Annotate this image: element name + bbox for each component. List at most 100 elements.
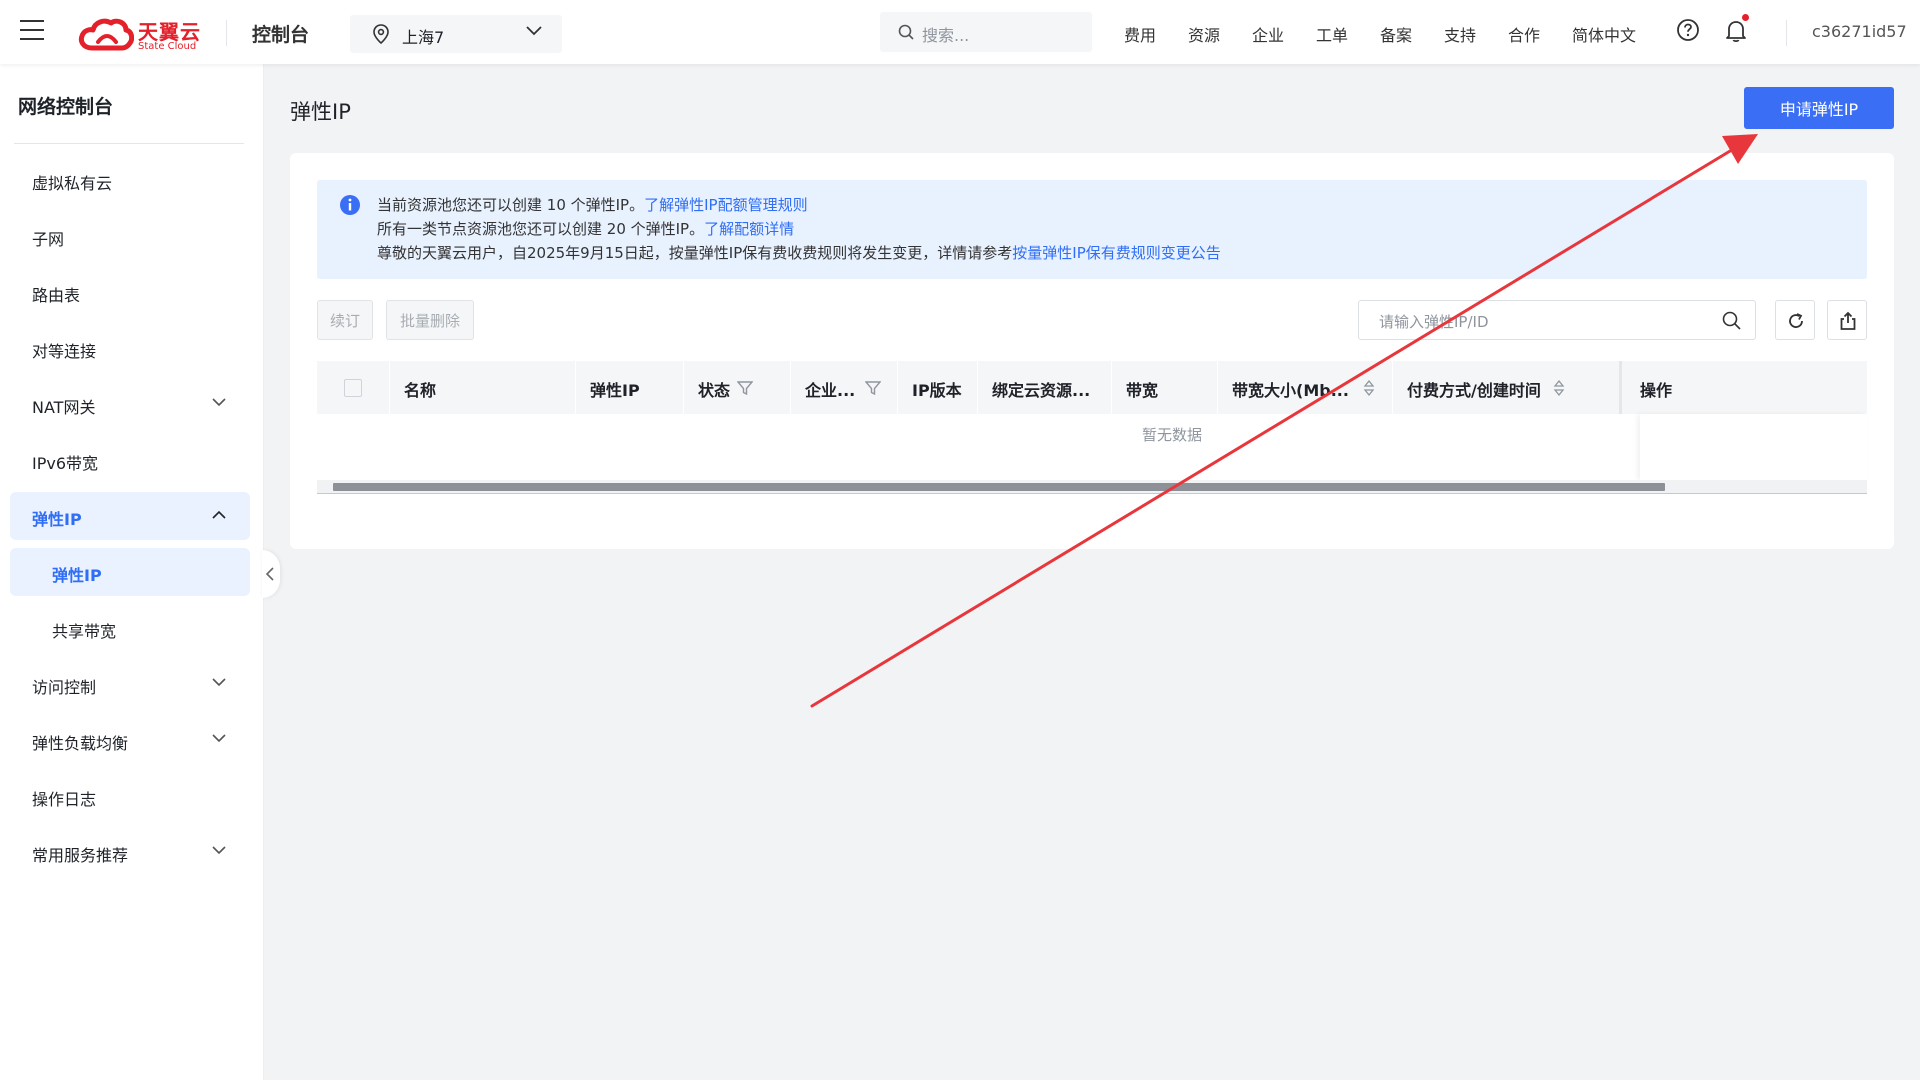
column-bandwidth-size: 带宽大小(Mb... <box>1232 381 1349 400</box>
sidebar-item-label: 弹性负载均衡 <box>32 734 129 753</box>
column-separator <box>790 361 791 414</box>
sidebar-item-load-balancer[interactable]: 弹性负载均衡 <box>10 716 250 764</box>
sidebar-item-label: 访问控制 <box>32 678 97 697</box>
nav-resources[interactable]: 资源 <box>1188 22 1220 46</box>
chevron-down-icon <box>212 846 226 855</box>
sidebar-group-elastic-ip[interactable]: 弹性IP <box>10 492 250 540</box>
brand-subtitle: State Cloud <box>138 41 197 52</box>
chevron-down-icon <box>212 734 226 743</box>
bell-icon[interactable] <box>1724 18 1748 44</box>
notification-dot <box>1742 14 1749 21</box>
notice-line-3: 尊敬的天翼云用户，自2025年9月15日起，按量弹性IP保有费收费规则将发生变更… <box>377 242 1221 263</box>
global-search-input[interactable]: 搜索... <box>880 12 1092 52</box>
header-divider-right <box>1786 20 1787 46</box>
fee-change-announcement-link[interactable]: 按量弹性IP保有费规则变更公告 <box>1012 244 1220 262</box>
sidebar-item-label: 虚拟私有云 <box>32 174 113 193</box>
nav-language[interactable]: 简体中文 <box>1572 22 1636 46</box>
notice-line-1-text: 当前资源池您还可以创建 10 个弹性IP。 <box>377 196 645 214</box>
notice-line-2: 所有一类节点资源池您还可以创建 20 个弹性IP。了解配额详情 <box>377 218 794 239</box>
chevron-left-icon <box>265 567 274 581</box>
column-name: 名称 <box>404 381 437 400</box>
nav-partners[interactable]: 合作 <box>1508 22 1540 46</box>
sidebar-item-label: 操作日志 <box>32 790 97 809</box>
eip-search-placeholder: 请输入弹性IP/ID <box>1379 313 1489 331</box>
sidebar-item-vpc[interactable]: 虚拟私有云 <box>10 156 250 204</box>
horizontal-scrollbar[interactable] <box>317 480 1867 494</box>
sort-icon[interactable] <box>1553 379 1565 397</box>
sidebar-item-subnet[interactable]: 子网 <box>10 212 250 260</box>
chevron-down-icon <box>526 26 542 36</box>
chevron-down-icon <box>212 678 226 687</box>
column-separator <box>1111 361 1112 414</box>
column-separator <box>1392 361 1393 414</box>
table-header: 名称 弹性IP 状态 企业... IP版本 绑定云资源... 带宽 带宽大小(M… <box>317 361 1867 414</box>
help-icon[interactable] <box>1676 18 1700 42</box>
sidebar-item-access-control[interactable]: 访问控制 <box>10 660 250 708</box>
nav-enterprise[interactable]: 企业 <box>1252 22 1284 46</box>
sidebar-item-elastic-ip[interactable]: 弹性IP <box>10 548 250 596</box>
column-separator <box>1619 361 1622 414</box>
refresh-button[interactable] <box>1775 300 1815 340</box>
sidebar-item-nat-gateway[interactable]: NAT网关 <box>10 380 250 428</box>
column-enterprise: 企业... <box>805 381 856 400</box>
sidebar-item-label: 子网 <box>32 230 65 249</box>
eip-search-input[interactable]: 请输入弹性IP/ID <box>1358 300 1756 340</box>
apply-elastic-ip-button[interactable]: 申请弹性IP <box>1744 87 1894 129</box>
sidebar-item-route-table[interactable]: 路由表 <box>10 268 250 316</box>
info-notice: 当前资源池您还可以创建 10 个弹性IP。了解弹性IP配额管理规则 所有一类节点… <box>317 180 1867 279</box>
menu-icon[interactable] <box>20 20 44 44</box>
sidebar-item-label: 常用服务推荐 <box>32 846 129 865</box>
sidebar-item-label: 弹性IP <box>32 510 82 529</box>
select-all-checkbox[interactable] <box>344 379 362 397</box>
chevron-up-icon <box>212 510 226 519</box>
search-icon[interactable] <box>1722 311 1741 330</box>
sort-icon[interactable] <box>1363 379 1375 397</box>
quota-rules-link[interactable]: 了解弹性IP配额管理规则 <box>644 196 807 214</box>
quota-details-link[interactable]: 了解配额详情 <box>704 220 794 238</box>
region-value: 上海7 <box>402 28 445 47</box>
export-button[interactable] <box>1827 300 1867 340</box>
info-icon <box>340 195 360 215</box>
actions-column-body <box>1640 414 1867 480</box>
column-ip-version: IP版本 <box>912 381 962 400</box>
sidebar-item-peering[interactable]: 对等连接 <box>10 324 250 372</box>
notice-line-1: 当前资源池您还可以创建 10 个弹性IP。了解弹性IP配额管理规则 <box>377 194 808 215</box>
sidebar: 网络控制台 虚拟私有云 子网 路由表 对等连接 NAT网关 IPv6带宽 弹性I… <box>0 64 264 1080</box>
sidebar-item-recommended-services[interactable]: 常用服务推荐 <box>10 828 250 876</box>
filter-icon[interactable] <box>865 380 881 396</box>
console-label[interactable]: 控制台 <box>252 20 309 47</box>
content-card: 当前资源池您还可以创建 10 个弹性IP。了解弹性IP配额管理规则 所有一类节点… <box>290 153 1894 549</box>
sidebar-item-label: 共享带宽 <box>52 622 117 641</box>
empty-state-text: 暂无数据 <box>1142 426 1203 444</box>
sidebar-item-label: 弹性IP <box>52 566 102 585</box>
column-actions: 操作 <box>1640 381 1673 400</box>
nav-support[interactable]: 支持 <box>1444 22 1476 46</box>
column-separator <box>897 361 898 414</box>
sidebar-item-ipv6-bandwidth[interactable]: IPv6带宽 <box>10 436 250 484</box>
region-selector[interactable]: 上海7 <box>350 15 562 53</box>
sidebar-collapse-button[interactable] <box>262 550 280 598</box>
column-separator <box>1217 361 1218 414</box>
export-icon <box>1840 311 1856 330</box>
nav-tickets[interactable]: 工单 <box>1316 22 1348 46</box>
batch-delete-button[interactable]: 批量删除 <box>386 300 474 340</box>
username[interactable]: c36271id57 <box>1812 22 1907 41</box>
column-billing-created: 付费方式/创建时间 <box>1407 381 1541 400</box>
nav-fees[interactable]: 费用 <box>1124 22 1156 46</box>
scrollbar-thumb[interactable] <box>333 483 1665 491</box>
sidebar-item-shared-bandwidth[interactable]: 共享带宽 <box>10 604 250 652</box>
column-bandwidth: 带宽 <box>1126 381 1159 400</box>
column-bound-resource: 绑定云资源... <box>992 381 1091 400</box>
column-elastic-ip: 弹性IP <box>590 381 640 400</box>
sidebar-title: 网络控制台 <box>18 96 114 118</box>
header-divider <box>226 20 227 46</box>
search-icon <box>898 24 914 40</box>
refresh-icon <box>1789 313 1803 328</box>
renew-button[interactable]: 续订 <box>317 300 373 340</box>
sidebar-item-operation-log[interactable]: 操作日志 <box>10 772 250 820</box>
filter-icon[interactable] <box>737 380 753 396</box>
sidebar-item-label: 路由表 <box>32 286 81 305</box>
nav-filing[interactable]: 备案 <box>1380 22 1412 46</box>
brand-logo[interactable]: 天翼云 State Cloud <box>78 14 206 54</box>
notice-line-2-text: 所有一类节点资源池您还可以创建 20 个弹性IP。 <box>377 220 705 238</box>
